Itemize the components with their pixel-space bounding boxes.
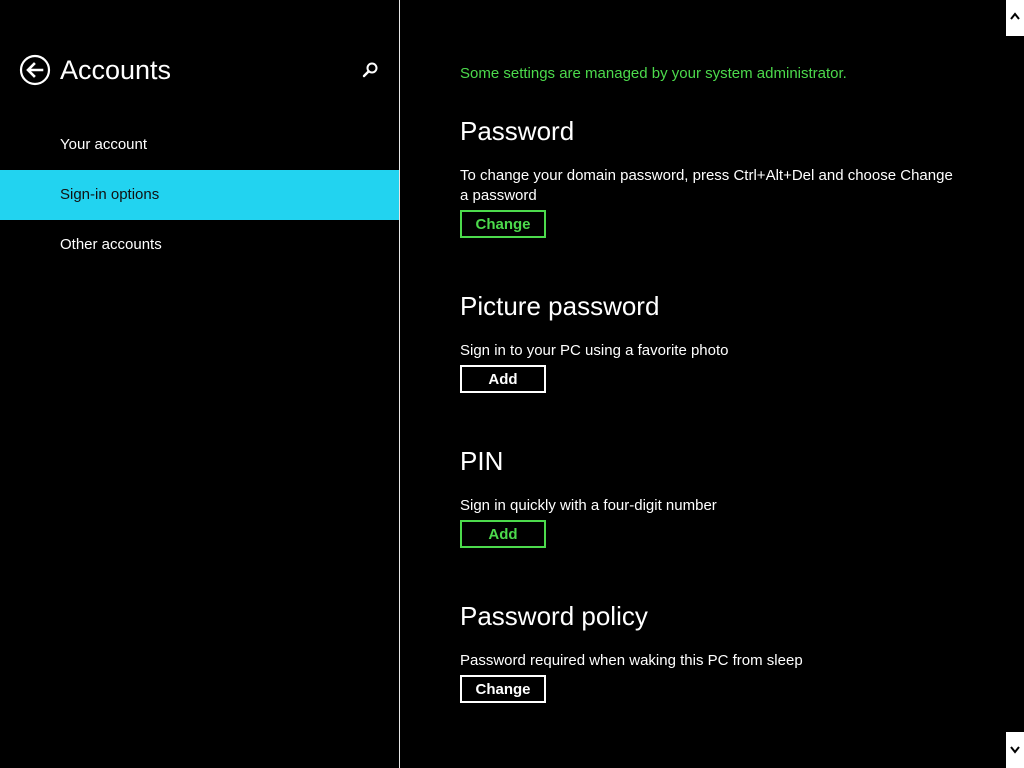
pin-add-button[interactable]: Add [460, 520, 546, 548]
sidebar-item-label: Your account [60, 136, 148, 153]
search-icon [362, 62, 378, 78]
admin-managed-notice: Some settings are managed by your system… [460, 65, 847, 82]
sidebar-item-other-accounts[interactable]: Other accounts [0, 220, 399, 270]
picture-password-description: Sign in to your PC using a favorite phot… [460, 342, 729, 359]
page-title: Accounts [60, 55, 172, 85]
pin-description: Sign in quickly with a four-digit number [460, 497, 717, 514]
password-policy-description: Password required when waking this PC fr… [460, 652, 803, 669]
chevron-down-icon [1010, 746, 1020, 754]
password-change-button[interactable]: Change [460, 210, 546, 238]
back-button[interactable] [19, 54, 51, 86]
sidebar-item-label: Other accounts [60, 236, 162, 253]
sidebar-item-your-account[interactable]: Your account [0, 120, 399, 170]
back-arrow-icon [19, 54, 51, 86]
password-description: To change your domain password, press Ct… [460, 167, 953, 204]
pin-heading: PIN [460, 446, 504, 476]
search-button[interactable] [360, 60, 380, 80]
sidebar-item-sign-in-options[interactable]: Sign-in options [0, 170, 399, 220]
sidebar-item-label: Sign-in options [60, 186, 160, 203]
password-heading: Password [460, 116, 575, 146]
scroll-up-button[interactable] [1006, 0, 1024, 36]
picture-password-add-button[interactable]: Add [460, 365, 546, 393]
vertical-scrollbar[interactable] [1006, 0, 1024, 768]
password-policy-heading: Password policy [460, 601, 648, 631]
settings-window: Accounts Your account Sign-in options Ot… [0, 0, 1024, 768]
password-policy-change-button[interactable]: Change [460, 675, 546, 703]
chevron-up-icon [1010, 12, 1020, 20]
scroll-down-button[interactable] [1006, 732, 1024, 768]
sidebar: Accounts Your account Sign-in options Ot… [0, 0, 400, 768]
picture-password-heading: Picture password [460, 291, 660, 321]
